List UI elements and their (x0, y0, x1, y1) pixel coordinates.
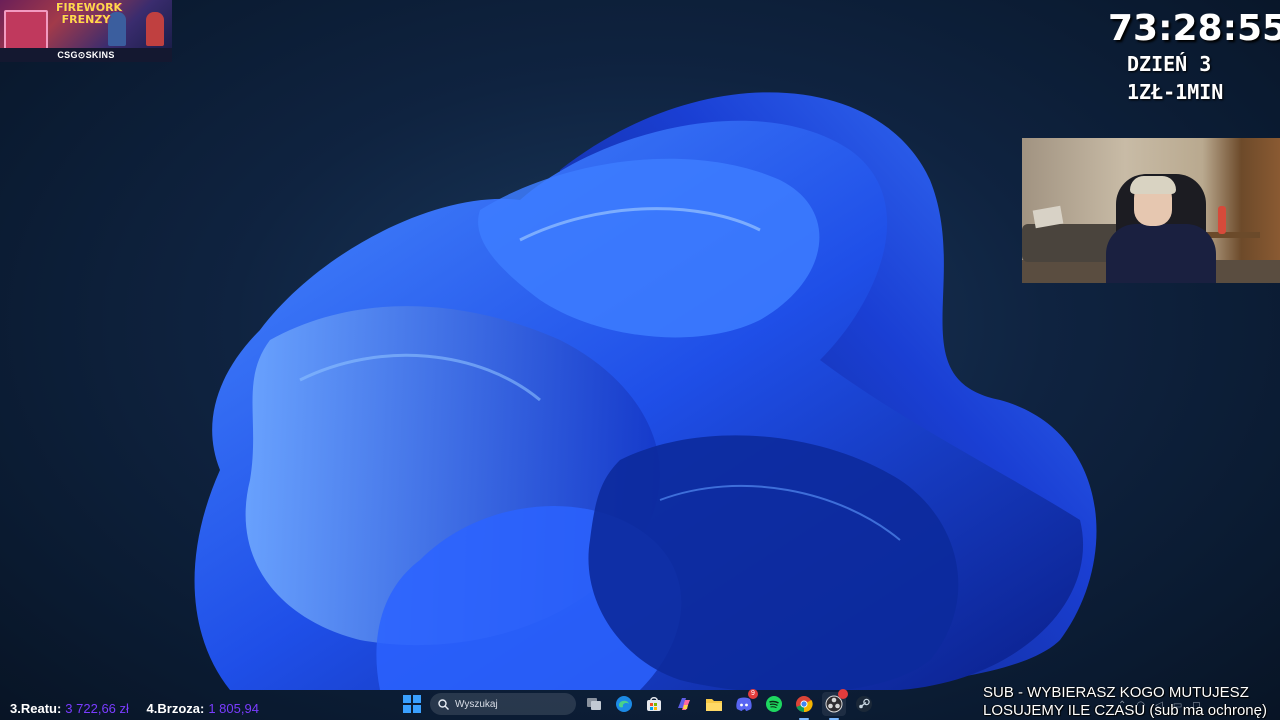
timer-rate: 1ZŁ-1MIN (1127, 80, 1224, 104)
subathon-timer: 73:28:55 DZIEŃ 3 1ZŁ-1MIN (1108, 8, 1280, 106)
stream-overlay-text: SUB - WYBIERASZ KOGO MUTUJESZ LOSUJEMY I… (983, 684, 1280, 720)
windows-start-icon[interactable] (400, 692, 424, 716)
ranking-name: 4.Brzoza: (146, 701, 205, 716)
overlay-line-2: LOSUJEMY ILE CZASU (sub ma ochronę) (983, 702, 1267, 719)
webcam-person-body (1106, 224, 1216, 283)
file-explorer-icon[interactable] (702, 692, 726, 716)
webcam-bottle (1218, 206, 1226, 234)
donation-ranking: 3.Reatu: 3 722,66 zł 4.Brzoza: 1 805,94 (10, 701, 273, 716)
taskbar: Wyszukaj 9 (400, 688, 880, 720)
spotify-icon[interactable] (762, 692, 786, 716)
sponsor-widget: FIREWORK FRENZY CSG⊙SKINS (0, 0, 172, 62)
overlay-line-1: SUB - WYBIERASZ KOGO MUTUJESZ (983, 684, 1249, 701)
ranking-value: 1 805,94 (208, 701, 259, 716)
banner-building-graphic (4, 10, 48, 48)
sponsor-banner-image: FIREWORK FRENZY (0, 0, 172, 48)
ranking-name: 3.Reatu: (10, 701, 62, 716)
sponsor-title: FIREWORK FRENZY (56, 2, 122, 26)
ranking-entry: 3.Reatu: 3 722,66 zł (10, 701, 129, 716)
desktop-wallpaper (194, 92, 1097, 690)
timer-day: DZIEŃ 3 (1127, 52, 1212, 76)
discord-notification-badge: 9 (748, 689, 758, 699)
edge-icon[interactable] (612, 692, 636, 716)
timer-countdown: 73:28:55 (1108, 8, 1280, 49)
search-icon (438, 698, 449, 710)
sponsor-title-line-2: FRENZY (61, 13, 111, 26)
ranking-entry: 4.Brzoza: 1 805,94 (147, 701, 259, 716)
steam-icon[interactable] (852, 692, 876, 716)
banner-character-2 (146, 12, 164, 46)
webcam-table (1204, 232, 1260, 238)
obs-recording-badge (838, 689, 848, 699)
discord-icon[interactable]: 9 (732, 689, 758, 716)
search-placeholder: Wyszukaj (455, 698, 498, 710)
webcam-person-hair (1130, 176, 1176, 194)
copilot-icon[interactable] (672, 692, 696, 716)
sponsor-brand: CSG⊙SKINS (0, 48, 172, 62)
task-view-icon[interactable] (582, 692, 606, 716)
obs-icon[interactable] (822, 689, 848, 720)
chrome-icon[interactable] (792, 692, 816, 720)
taskbar-search-box[interactable]: Wyszukaj (430, 693, 576, 715)
store-icon[interactable] (642, 692, 666, 716)
ranking-value: 3 722,66 zł (65, 701, 129, 716)
webcam-feed (1022, 138, 1280, 283)
